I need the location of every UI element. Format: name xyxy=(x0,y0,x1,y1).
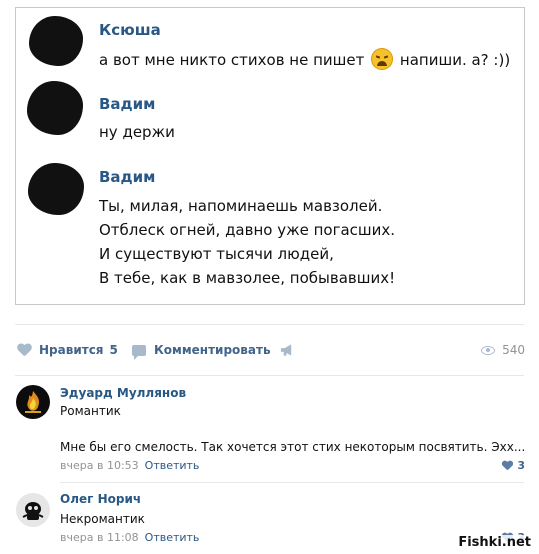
message-author: Вадим xyxy=(99,168,156,186)
reply-link[interactable]: Ответить xyxy=(145,531,200,544)
comment-time[interactable]: вчера в 11:08 xyxy=(60,531,139,544)
divider xyxy=(15,324,524,325)
message-text: ну держи xyxy=(99,123,175,141)
divider xyxy=(15,375,524,376)
comment-likes[interactable]: 3 xyxy=(502,459,525,472)
censored-avatar xyxy=(28,163,84,215)
censored-avatar xyxy=(29,16,83,66)
avatar[interactable] xyxy=(16,493,50,527)
megaphone-icon xyxy=(280,344,292,356)
comment-meta: вчера в 10:53 Ответить xyxy=(60,459,199,472)
comment-meta: вчера в 11:08 Ответить xyxy=(60,531,199,544)
post-actions: Нравится 5 Комментировать 540 xyxy=(0,335,539,365)
views-counter: 540 xyxy=(481,335,525,365)
divider xyxy=(60,482,524,483)
message-text: И существуют тысячи людей, xyxy=(99,245,334,263)
comment-text: Некромантик xyxy=(60,512,145,526)
message-text: Отблеск огней, давно уже погасших. xyxy=(99,221,396,239)
heart-icon xyxy=(17,344,31,356)
comment-button[interactable]: Комментировать xyxy=(132,335,271,365)
weary-face-emoji-icon xyxy=(371,48,394,70)
comment-text: Романтик xyxy=(60,404,121,418)
message-text: В тебе, как в мавзолее, побывавших! xyxy=(99,269,396,287)
fire-avatar-icon xyxy=(25,391,41,413)
message-author: Ксюша xyxy=(99,21,161,39)
avatar[interactable] xyxy=(16,385,50,419)
like-button[interactable]: Нравится 5 xyxy=(17,335,118,365)
heart-icon xyxy=(502,461,512,470)
message-text: Ты, милая, напоминаешь мавзолей. xyxy=(99,197,383,215)
comment-icon xyxy=(132,344,146,360)
comment-time[interactable]: вчера в 10:53 xyxy=(60,459,139,472)
comment-author[interactable]: Эдуард Муллянов xyxy=(60,386,186,400)
share-button[interactable] xyxy=(280,335,294,365)
comment-text: Мне бы его смелость. Так хочется этот ст… xyxy=(60,440,526,454)
watermark: Fishki.net xyxy=(456,535,533,550)
chat-screenshot: Ксюша а вот мне никто стихов не пишет на… xyxy=(15,7,525,305)
message-text: а вот мне никто стихов не пишет напиши. … xyxy=(99,48,510,70)
eye-icon xyxy=(481,345,496,355)
reply-link[interactable]: Ответить xyxy=(145,459,200,472)
skull-avatar-icon xyxy=(22,502,44,520)
censored-avatar xyxy=(27,81,83,135)
comment-author[interactable]: Олег Норич xyxy=(60,492,141,506)
like-count: 5 xyxy=(109,343,118,357)
message-author: Вадим xyxy=(99,95,156,113)
